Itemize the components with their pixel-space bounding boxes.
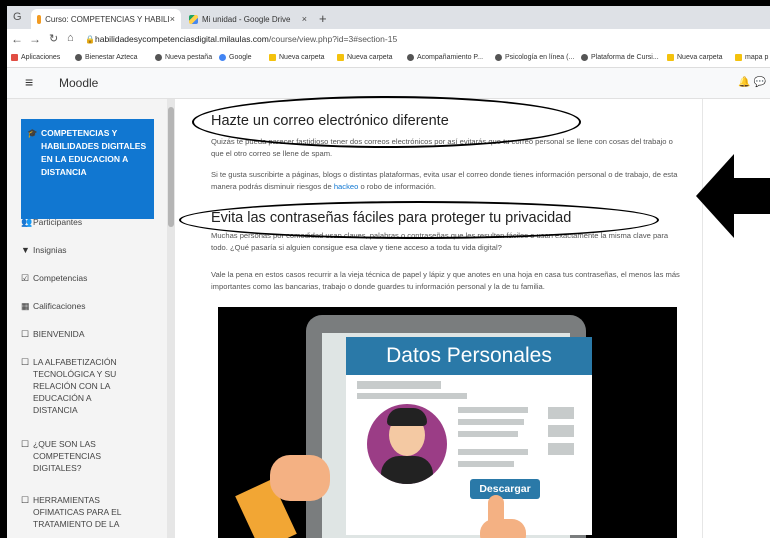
sidebar-item-label: COMPETENCIAS Y HABILIDADES DIGITALES EN …	[41, 128, 147, 177]
placeholder-line	[458, 431, 518, 437]
google-icon	[219, 54, 226, 61]
paragraph-papel-lapiz: Vale la pena en estos casos recurrir a l…	[211, 270, 680, 291]
folder-icon: ☐	[21, 329, 30, 339]
avatar-hair	[387, 408, 427, 426]
badge-icon: ▼	[21, 245, 30, 255]
folder-icon	[667, 54, 674, 61]
bookmark-item[interactable]: Google	[219, 54, 252, 61]
site-brand[interactable]: Moodle	[59, 76, 98, 90]
sidebar-item-competencias-digitales[interactable]: ☐ ¿QUE SON LAS COMPETENCIAS DIGITALES?	[21, 438, 161, 474]
notification-icon[interactable]: 🔔 💬	[738, 77, 766, 88]
placeholder-block	[548, 443, 574, 455]
folder-icon: ☐	[21, 495, 30, 505]
placeholder-line	[458, 419, 524, 425]
apps-icon	[11, 54, 18, 61]
paragraph-suscripciones: Si te gusta suscribirte a páginas, blogs…	[211, 170, 678, 191]
bookmark-item[interactable]: Acompañamiento P...	[407, 54, 483, 61]
browser-window: G Curso: COMPETENCIAS Y HABILI × Mi unid…	[7, 6, 770, 538]
avatar-suit	[381, 456, 433, 484]
folder-icon	[735, 54, 742, 61]
folder-icon	[337, 54, 344, 61]
bookmark-item[interactable]: Bienestar Azteca	[75, 54, 138, 61]
placeholder-block	[548, 425, 574, 437]
sidebar-item-bienvenida[interactable]: ☐ BIENVENIDA	[21, 328, 161, 340]
datos-personales-image: Datos Personales Descargar	[218, 307, 677, 538]
annotation-oval	[192, 96, 581, 148]
sidebar-item-herramientas[interactable]: ☐ HERRAMIENTAS OFIMATICAS PARA EL TRATAMI…	[21, 494, 161, 530]
bookmark-item[interactable]: mapa p	[735, 54, 768, 61]
scrollbar-thumb[interactable]	[168, 107, 174, 227]
tab-title: Curso: COMPETENCIAS Y HABILI	[45, 14, 170, 24]
sidebar-item-competencias[interactable]: ☑ Competencias	[21, 272, 161, 284]
tab-title: Mi unidad - Google Drive	[202, 14, 291, 24]
close-tab-icon[interactable]: ×	[170, 14, 175, 24]
bookmarks-bar: Aplicaciones Bienestar Azteca Nueva pest…	[7, 51, 770, 68]
moodle-header: ≡ Moodle 🔔 💬	[7, 68, 770, 99]
bookmark-item[interactable]: Nueva pestaña	[155, 54, 212, 61]
home-icon[interactable]: ⌂	[67, 32, 74, 44]
placeholder-line	[458, 461, 514, 467]
url-field[interactable]: habilidadesycompetenciasdigital.milaulas…	[95, 34, 397, 44]
globe-icon	[75, 54, 82, 61]
reload-icon[interactable]: ↻	[49, 32, 58, 45]
lock-icon: 🔒	[85, 35, 95, 44]
sidebar-item-alfabetizacion[interactable]: ☐ LA ALFABETIZACIÓN TECNOLÓGICA Y SU RELA…	[21, 356, 161, 416]
back-icon[interactable]: ←	[11, 32, 23, 46]
bookmark-item[interactable]: Psicología en línea (...	[495, 54, 574, 61]
bookmark-item[interactable]: Nueva carpeta	[269, 54, 325, 61]
left-hand	[270, 455, 330, 501]
new-tab-icon[interactable]: +	[319, 11, 327, 26]
globe-icon	[407, 54, 414, 61]
placeholder-line	[458, 449, 528, 455]
users-icon: 👥	[21, 217, 33, 227]
menu-icon[interactable]: ≡	[25, 74, 33, 90]
folder-icon: ☐	[21, 357, 30, 367]
globe-icon	[495, 54, 502, 61]
grid-icon: ▦	[21, 301, 30, 311]
placeholder-line	[357, 381, 441, 389]
tab-bar: G Curso: COMPETENCIAS Y HABILI × Mi unid…	[7, 6, 770, 29]
folder-icon	[269, 54, 276, 61]
close-tab-icon[interactable]: ×	[302, 14, 307, 24]
moodle-favicon-icon	[37, 14, 42, 24]
sidebar-scrollbar[interactable]	[167, 99, 175, 538]
globe-icon	[155, 54, 162, 61]
placeholder-block	[548, 407, 574, 419]
right-hand	[480, 519, 526, 538]
sidebar-item-insignias[interactable]: ▼ Insignias	[21, 244, 161, 256]
bookmark-item[interactable]: Nueva carpeta	[337, 54, 393, 61]
checkbox-icon: ☑	[21, 273, 30, 283]
folder-icon: ☐	[21, 439, 30, 449]
hackeo-link[interactable]: hackeo	[334, 182, 359, 191]
avatar	[367, 404, 447, 484]
placeholder-line	[357, 393, 467, 399]
globe-icon	[581, 54, 588, 61]
placeholder-line	[458, 407, 528, 413]
tab-drive[interactable]: Mi unidad - Google Drive ×	[183, 9, 313, 29]
sidebar-item-calificaciones[interactable]: ▦ Calificaciones	[21, 300, 161, 312]
sidebar-item-course[interactable]: 🎓 COMPETENCIAS Y HABILIDADES DIGITALES E…	[21, 119, 154, 219]
sidebar-item-participantes[interactable]: 👥 Participantes	[21, 216, 161, 228]
annotation-oval	[179, 201, 659, 239]
tab-course[interactable]: Curso: COMPETENCIAS Y HABILI ×	[31, 9, 181, 29]
left-arrow-icon	[696, 154, 770, 238]
download-button: Descargar	[470, 479, 540, 499]
bookmark-item[interactable]: Nueva carpeta	[667, 54, 723, 61]
forward-icon[interactable]: →	[29, 32, 41, 46]
google-g-icon: G	[13, 11, 22, 23]
graduation-cap-icon: 🎓	[27, 128, 38, 138]
bookmark-item[interactable]: Plataforma de Cursi...	[581, 54, 659, 61]
image-title: Datos Personales	[346, 337, 592, 375]
course-sidebar: 🎓 COMPETENCIAS Y HABILIDADES DIGITALES E…	[7, 99, 167, 538]
address-bar-row: ← → ↻ ⌂ 🔒 habilidadesycompetenciasdigita…	[7, 29, 770, 52]
drive-favicon-icon	[189, 14, 198, 24]
bookmark-item[interactable]: Aplicaciones	[11, 54, 60, 61]
